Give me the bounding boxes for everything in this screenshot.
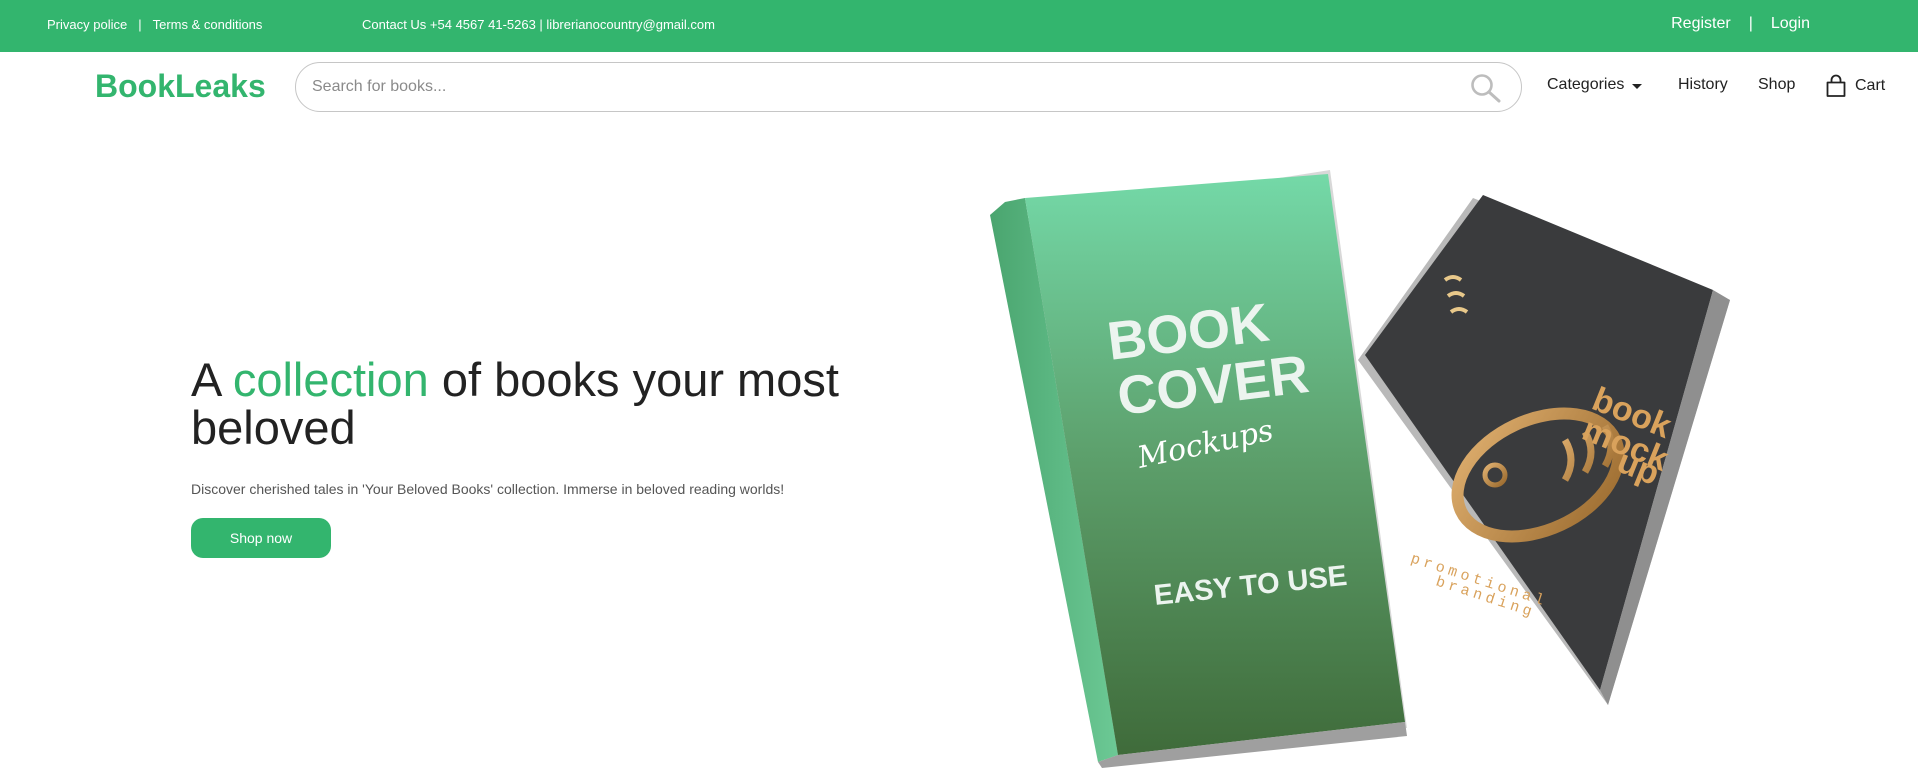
shop-now-button[interactable]: Shop now [191, 518, 331, 558]
separator: | [1748, 15, 1753, 32]
contact-info: Contact Us +54 4567 41-5263 | libreriano… [362, 17, 715, 32]
nav-cart[interactable]: Cart [1825, 74, 1885, 98]
nav-shop[interactable]: Shop [1758, 76, 1795, 94]
search-icon[interactable] [1469, 73, 1503, 103]
privacy-link[interactable]: Privacy police [47, 17, 127, 32]
books-illustration: book mock up promotional branding BOOK C… [990, 170, 1730, 768]
hero-title-accent: collection [232, 353, 429, 406]
separator: | [138, 17, 142, 32]
brand-logo[interactable]: BookLeaks [95, 68, 266, 105]
legal-links: Privacy police | Terms & conditions [47, 17, 262, 32]
nav-categories[interactable]: Categories [1547, 76, 1643, 94]
green-book: BOOK COVER Mockups EASY TO USE [990, 170, 1407, 768]
nav-history[interactable]: History [1678, 76, 1728, 94]
hero-title: A collection of books your most beloved [191, 356, 911, 452]
top-bar: Privacy police | Terms & conditions Cont… [0, 0, 1918, 52]
terms-link[interactable]: Terms & conditions [153, 17, 263, 32]
register-link[interactable]: Register [1671, 15, 1731, 33]
caret-down-icon [1632, 83, 1643, 89]
search-input[interactable] [312, 75, 1452, 99]
hero-subtitle: Discover cherished tales in 'Your Belove… [191, 481, 785, 497]
nav-categories-label: Categories [1547, 76, 1625, 93]
hero-title-start: A [191, 353, 233, 406]
search-bar [295, 62, 1522, 112]
nav-cart-label: Cart [1855, 77, 1886, 94]
login-link[interactable]: Login [1771, 15, 1810, 33]
auth-links: Register | Login [1671, 15, 1810, 33]
dark-book: book mock up promotional branding [1358, 195, 1730, 705]
shopping-bag-icon [1826, 74, 1846, 97]
